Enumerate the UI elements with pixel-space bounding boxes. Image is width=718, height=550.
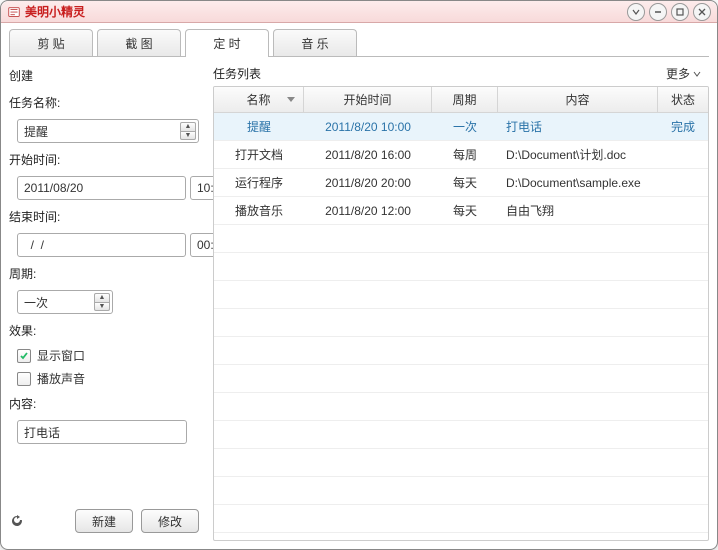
spinner-buttons[interactable]: ▲▼: [94, 293, 110, 311]
close-button[interactable]: [693, 3, 711, 21]
period-value: 一次: [24, 294, 48, 311]
cell-period: 每天: [432, 202, 498, 219]
app-icon: [7, 5, 21, 19]
dropdown-button[interactable]: [627, 3, 645, 21]
cell-content: D:\Document\计划.doc: [498, 146, 658, 163]
cell-start: 2011/8/20 20:00: [304, 176, 432, 190]
cell-status: 完成: [658, 118, 708, 135]
create-heading: 创建: [9, 67, 199, 84]
col-start[interactable]: 开始时间: [304, 87, 432, 112]
table-row: [214, 477, 708, 505]
show-window-label: 显示窗口: [37, 347, 85, 364]
chevron-down-icon: [693, 70, 701, 78]
cell-start: 2011/8/20 10:00: [304, 120, 432, 134]
task-name-combo[interactable]: 提醒 ▲▼: [17, 119, 199, 143]
more-link[interactable]: 更多: [666, 65, 709, 82]
col-content[interactable]: 内容: [498, 87, 658, 112]
cell-content: 打电话: [498, 118, 658, 135]
button-label: 修改: [158, 513, 182, 530]
task-name-value: 提醒: [24, 123, 48, 140]
cell-period: 一次: [432, 118, 498, 135]
checkbox-icon: [17, 372, 31, 386]
content-area: 剪 贴 截 图 定 时 音 乐 创建 任务名称: 提醒 ▲▼ 开始时间:: [1, 23, 717, 549]
titlebar[interactable]: 美明小精灵: [1, 1, 717, 23]
new-button[interactable]: 新建: [75, 509, 133, 533]
cell-period: 每天: [432, 174, 498, 191]
effect-label: 效果:: [9, 322, 199, 339]
table-header: 名称 开始时间 周期 内容 状态: [214, 87, 708, 113]
tab-label: 音 乐: [301, 35, 328, 52]
tab-label: 剪 贴: [37, 35, 64, 52]
refresh-icon[interactable]: [9, 513, 25, 529]
cell-start: 2011/8/20 16:00: [304, 148, 432, 162]
content-input[interactable]: [17, 420, 187, 444]
cell-start: 2011/8/20 12:00: [304, 204, 432, 218]
table-row: [214, 309, 708, 337]
cell-content: 自由飞翔: [498, 202, 658, 219]
col-period[interactable]: 周期: [432, 87, 498, 112]
table-row: [214, 225, 708, 253]
show-window-checkbox[interactable]: 显示窗口: [17, 347, 199, 364]
task-list-title: 任务列表: [213, 65, 261, 82]
tab-bar: 剪 贴 截 图 定 时 音 乐: [9, 29, 709, 57]
cell-name: 运行程序: [214, 174, 304, 191]
task-table: 名称 开始时间 周期 内容 状态 提醒2011/8/20 10:00一次打电话完…: [213, 86, 709, 541]
table-row: [214, 365, 708, 393]
col-status[interactable]: 状态: [658, 87, 708, 112]
cell-content: D:\Document\sample.exe: [498, 176, 658, 190]
app-window: 美明小精灵 剪 贴 截 图 定 时 音 乐 创建 任务名称: 提醒 ▲▼: [0, 0, 718, 550]
tab-label: 截 图: [125, 35, 152, 52]
button-label: 新建: [92, 513, 116, 530]
period-combo[interactable]: 一次 ▲▼: [17, 290, 113, 314]
table-row: [214, 281, 708, 309]
table-row[interactable]: 打开文档2011/8/20 16:00每周D:\Document\计划.doc: [214, 141, 708, 169]
checkbox-icon: [17, 349, 31, 363]
tab-timer[interactable]: 定 时: [185, 29, 269, 57]
table-row[interactable]: 提醒2011/8/20 10:00一次打电话完成: [214, 113, 708, 141]
tab-body: 创建 任务名称: 提醒 ▲▼ 开始时间: 结束时间:: [9, 56, 709, 541]
table-row: [214, 505, 708, 533]
edit-button[interactable]: 修改: [141, 509, 199, 533]
app-title: 美明小精灵: [25, 3, 85, 20]
table-row: [214, 337, 708, 365]
table-row[interactable]: 运行程序2011/8/20 20:00每天D:\Document\sample.…: [214, 169, 708, 197]
cell-period: 每周: [432, 146, 498, 163]
maximize-button[interactable]: [671, 3, 689, 21]
tab-screenshot[interactable]: 截 图: [97, 29, 181, 57]
task-name-label: 任务名称:: [9, 94, 199, 111]
play-sound-checkbox[interactable]: 播放声音: [17, 370, 199, 387]
cell-name: 打开文档: [214, 146, 304, 163]
tab-clipboard[interactable]: 剪 贴: [9, 29, 93, 57]
table-row[interactable]: 播放音乐2011/8/20 12:00每天自由飞翔: [214, 197, 708, 225]
end-date-input[interactable]: [17, 233, 186, 257]
period-label: 周期:: [9, 265, 199, 282]
table-row: [214, 421, 708, 449]
table-row: [214, 253, 708, 281]
col-name[interactable]: 名称: [214, 87, 304, 112]
minimize-button[interactable]: [649, 3, 667, 21]
table-row: [214, 449, 708, 477]
table-row: [214, 393, 708, 421]
content-label: 内容:: [9, 395, 199, 412]
table-row: [214, 533, 708, 540]
start-time-label: 开始时间:: [9, 151, 199, 168]
cell-name: 提醒: [214, 118, 304, 135]
play-sound-label: 播放声音: [37, 370, 85, 387]
end-time-label: 结束时间:: [9, 208, 199, 225]
task-list-panel: 任务列表 更多 名称 开始时间 周期 内容 状态 提醒2011/: [205, 57, 709, 541]
spinner-buttons[interactable]: ▲▼: [180, 122, 196, 140]
table-body: 提醒2011/8/20 10:00一次打电话完成打开文档2011/8/20 16…: [214, 113, 708, 540]
cell-name: 播放音乐: [214, 202, 304, 219]
more-label: 更多: [666, 65, 690, 82]
create-panel: 创建 任务名称: 提醒 ▲▼ 开始时间: 结束时间:: [9, 57, 205, 541]
tab-label: 定 时: [213, 35, 240, 52]
start-date-input[interactable]: [17, 176, 186, 200]
tab-music[interactable]: 音 乐: [273, 29, 357, 57]
